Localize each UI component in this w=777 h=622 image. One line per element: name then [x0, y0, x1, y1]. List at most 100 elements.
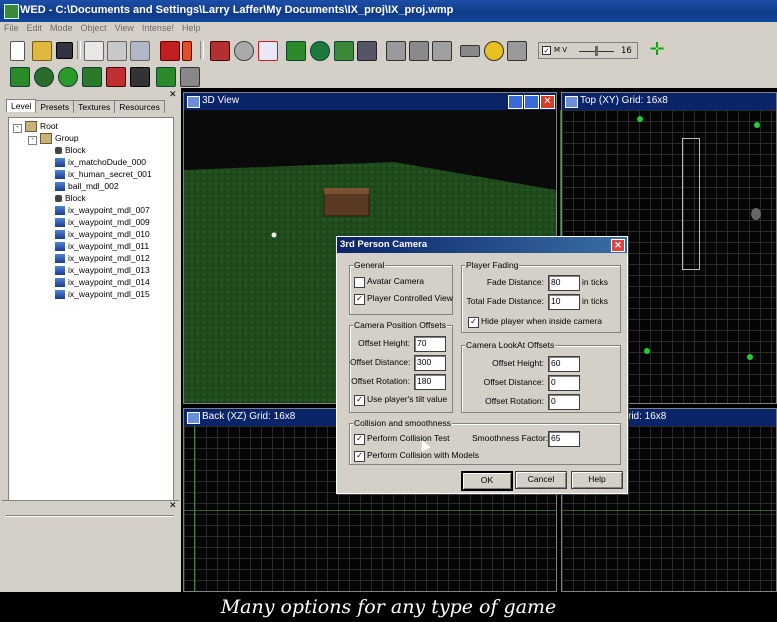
axis-line: [194, 426, 195, 591]
orbit-icon[interactable]: [58, 67, 78, 87]
shield-icon[interactable]: [234, 41, 254, 61]
collision-models-checkbox[interactable]: ✓: [354, 451, 365, 462]
link-icon[interactable]: [460, 45, 480, 57]
tree-item[interactable]: Block: [43, 193, 86, 203]
menu-view[interactable]: View: [111, 22, 138, 34]
zoom-slider[interactable]: ✓ M V 16: [538, 42, 638, 59]
tree-item[interactable]: ix_waypoint_mdl_015: [43, 289, 150, 300]
undo-icon[interactable]: [130, 41, 150, 61]
tree-item[interactable]: Block: [43, 145, 86, 155]
tree-item[interactable]: ix_matchoDude_000: [43, 157, 146, 168]
waypoint-marker[interactable]: [637, 116, 643, 122]
eye-icon[interactable]: [34, 67, 54, 87]
tab-level[interactable]: Level: [6, 99, 37, 112]
cancel-button[interactable]: Cancel: [515, 471, 567, 489]
menu-edit[interactable]: Edit: [23, 22, 47, 34]
tree-item[interactable]: ix_waypoint_mdl_007: [43, 205, 150, 216]
save-icon[interactable]: [56, 42, 73, 59]
walk-icon[interactable]: [10, 67, 30, 87]
menu-intense[interactable]: Intense!: [138, 22, 178, 34]
paste-icon[interactable]: [107, 41, 127, 61]
avatar-camera-checkbox[interactable]: [354, 277, 365, 288]
lookat-rotation-input[interactable]: 0: [548, 394, 580, 410]
help-button[interactable]: Help: [571, 471, 623, 489]
zoom-checkbox[interactable]: ✓: [542, 46, 551, 55]
general-group-label: General: [353, 260, 386, 270]
cube-icon[interactable]: [258, 41, 278, 61]
cut-icon[interactable]: [106, 67, 126, 87]
tree-item[interactable]: ix_waypoint_mdl_012: [43, 253, 150, 264]
add-object-icon[interactable]: [210, 41, 230, 61]
rotate-icon[interactable]: [310, 41, 330, 61]
menu-file[interactable]: File: [0, 22, 23, 34]
flip-icon[interactable]: [180, 67, 200, 87]
tree-item[interactable]: ix_waypoint_mdl_010: [43, 229, 150, 240]
menu-object[interactable]: Object: [77, 22, 111, 34]
close-icon[interactable]: ✕: [611, 239, 625, 252]
tree-item[interactable]: ix_waypoint_mdl_013: [43, 265, 150, 276]
model-icon: [55, 266, 65, 276]
menu-help[interactable]: Help: [178, 22, 205, 34]
lookat-distance-input[interactable]: 0: [548, 375, 580, 391]
menu-mode[interactable]: Mode: [46, 22, 77, 34]
copy-icon[interactable]: [84, 41, 104, 61]
waypoint-marker[interactable]: [747, 354, 753, 360]
tree-item[interactable]: - Root: [13, 121, 58, 133]
tree-item[interactable]: ix_waypoint_mdl_011: [43, 241, 149, 252]
total-fade-unit-label: in ticks: [582, 296, 608, 306]
smoothness-input[interactable]: 65: [548, 431, 580, 447]
splitter[interactable]: [6, 515, 174, 517]
tree-item[interactable]: ball_mdl_002: [43, 181, 119, 192]
open-folder-icon[interactable]: [32, 41, 52, 61]
waypoint-marker[interactable]: [754, 122, 760, 128]
build-icon[interactable]: [160, 41, 180, 61]
hide-player-checkbox[interactable]: ✓: [468, 317, 479, 328]
properties-close-icon[interactable]: ✕: [169, 501, 177, 511]
arrows-icon[interactable]: [156, 67, 176, 87]
model-icon: [55, 218, 65, 228]
total-fade-input[interactable]: 10: [548, 294, 580, 310]
grid-snap-icon[interactable]: [130, 67, 150, 87]
add-shield-icon[interactable]: [484, 41, 504, 61]
fade-distance-input[interactable]: 80: [548, 275, 580, 291]
collapse-icon[interactable]: -: [28, 136, 37, 145]
maximize-icon[interactable]: [524, 95, 539, 109]
shape-cylinder-icon[interactable]: [409, 41, 429, 61]
tab-textures[interactable]: Textures: [73, 100, 116, 113]
tab-presets[interactable]: Presets: [35, 100, 75, 113]
lookat-height-input[interactable]: 60: [548, 356, 580, 372]
scale-icon[interactable]: [334, 41, 354, 61]
offset-distance-input[interactable]: 300: [414, 355, 446, 371]
menu-bar: File Edit Mode Object View Intense! Help: [0, 22, 777, 37]
tilt-checkbox[interactable]: ✓: [354, 395, 365, 406]
move-icon[interactable]: [286, 41, 306, 61]
shape-sphere-icon[interactable]: [432, 41, 452, 61]
close-icon[interactable]: ✕: [540, 95, 555, 109]
lookat-offsets-label: Camera LookAt Offsets: [465, 340, 556, 350]
waypoint-marker[interactable]: [644, 348, 650, 354]
minimize-icon[interactable]: [508, 95, 523, 109]
tree-item[interactable]: ix_waypoint_mdl_014: [43, 277, 150, 288]
offset-rotation-input[interactable]: 180: [414, 374, 446, 390]
tree-item[interactable]: ix_waypoint_mdl_009: [43, 217, 150, 228]
level-block[interactable]: [682, 138, 700, 270]
collision-test-checkbox[interactable]: ✓: [354, 434, 365, 445]
tab-resources[interactable]: Resources: [114, 100, 165, 113]
offset-height-input[interactable]: 70: [414, 336, 446, 352]
slider-thumb[interactable]: [595, 46, 598, 56]
player-model[interactable]: [751, 208, 761, 220]
fly-icon[interactable]: [82, 67, 102, 87]
door-icon[interactable]: [357, 41, 377, 61]
player-controlled-checkbox[interactable]: ✓: [354, 294, 365, 305]
tree-item[interactable]: - Group: [28, 133, 79, 145]
ok-button[interactable]: OK: [461, 471, 513, 491]
panel-close-icon[interactable]: ✕: [169, 90, 177, 100]
new-file-icon[interactable]: [10, 41, 25, 61]
crosshair-icon[interactable]: ✛: [648, 41, 666, 59]
run-icon[interactable]: [182, 41, 192, 61]
shield-gray-icon[interactable]: [507, 41, 527, 61]
tree-item[interactable]: ix_human_secret_001: [43, 169, 152, 180]
shape-cube-icon[interactable]: [386, 41, 406, 61]
collapse-icon[interactable]: -: [13, 124, 22, 133]
folder-icon: [25, 121, 37, 133]
